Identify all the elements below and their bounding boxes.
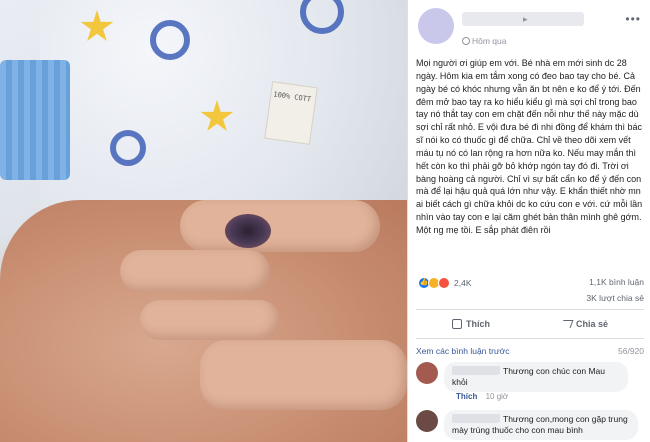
like-button-label: Thích xyxy=(465,319,490,329)
commenter-avatar[interactable] xyxy=(416,410,438,432)
share-button[interactable]: Chia sẻ xyxy=(560,319,608,329)
comment-meta: Thích 10 giờ xyxy=(456,392,508,401)
reactions-summary[interactable]: 👍 2,4K xyxy=(418,277,472,289)
comments-page-counter: 56/920 xyxy=(618,346,644,356)
thumbs-up-icon xyxy=(451,319,462,329)
post-stats: 👍 2,4K 1,1K bình luận 3K lượt chia sẻ xyxy=(416,275,644,305)
clothing-label: 100% COTT xyxy=(264,81,318,145)
post-actions: Thích Chia sẻ xyxy=(416,309,644,339)
adult-finger xyxy=(180,200,380,252)
baby-finger xyxy=(140,300,280,340)
comment-bubble: Thương con,mong con gặp trung mày trúng … xyxy=(444,410,638,440)
commenter-name-blurred[interactable] xyxy=(452,414,500,423)
post-header: ▸ Hôm qua ••• xyxy=(418,8,643,48)
pattern-circle xyxy=(150,20,190,60)
view-previous-comments-link[interactable]: Xem các bình luận trước xyxy=(416,346,509,356)
post-time-label: Hôm qua xyxy=(472,36,507,46)
comments-count[interactable]: 1,1K bình luận xyxy=(589,277,644,287)
adult-finger xyxy=(200,340,407,410)
reaction-count: 2,4K xyxy=(454,278,472,288)
bruised-fingertip xyxy=(225,214,271,248)
comment-like-link[interactable]: Thích xyxy=(456,392,477,401)
shares-count[interactable]: 3K lượt chia sẻ xyxy=(586,293,644,303)
more-options-icon[interactable]: ••• xyxy=(625,12,641,26)
commenter-name-blurred[interactable] xyxy=(452,366,500,375)
post-time[interactable]: Hôm qua xyxy=(462,36,507,46)
post-photo[interactable]: 100% COTT xyxy=(0,0,407,442)
globe-icon xyxy=(462,37,470,45)
comment-item: Thương con,mong con gặp trung mày trúng … xyxy=(416,410,644,442)
comment-item: Thương con chúc con Mau khỏi Thích 10 gi… xyxy=(416,362,644,406)
comment-bubble: Thương con chúc con Mau khỏi xyxy=(444,362,628,392)
author-avatar[interactable] xyxy=(418,8,454,44)
baby-finger xyxy=(120,250,270,292)
pattern-circle xyxy=(110,130,146,166)
care-reaction-icon xyxy=(438,277,450,289)
baby-sleeve-cuff xyxy=(0,60,70,180)
commenter-avatar[interactable] xyxy=(416,362,438,384)
chevron-right-icon: ▸ xyxy=(523,14,528,24)
comments-bar: Xem các bình luận trước 56/920 xyxy=(416,346,644,356)
post-panel: ▸ Hôm qua ••• Mọi người ơi giúp em với. … xyxy=(407,0,650,442)
comment-time[interactable]: 10 giờ xyxy=(486,392,509,401)
share-arrow-icon xyxy=(560,320,574,328)
share-button-label: Chia sẻ xyxy=(575,319,608,329)
post-body: Mọi người ơi giúp em với. Bé nhà em mới … xyxy=(416,58,643,235)
like-button[interactable]: Thích xyxy=(451,319,490,329)
